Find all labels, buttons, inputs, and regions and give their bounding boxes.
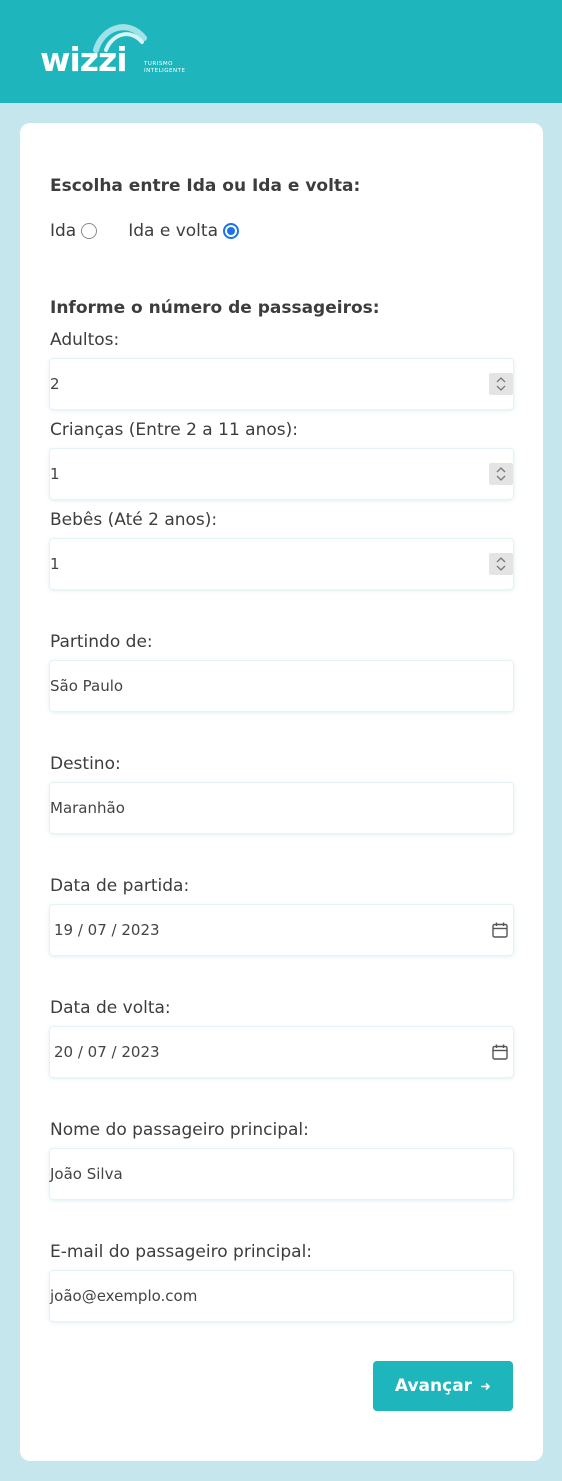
origin-value: São Paulo	[50, 677, 124, 695]
radio-ida-e-volta[interactable]	[223, 223, 239, 239]
adults-input[interactable]: 2	[50, 359, 513, 409]
main-passenger-name-input[interactable]: João Silva	[50, 1149, 513, 1199]
logo-wordmark: wizzi	[40, 40, 128, 79]
trip-type-title: Escolha entre Ida ou Ida e volta:	[50, 176, 361, 196]
up-down-chevron-icon[interactable]	[489, 553, 513, 575]
up-down-chevron-icon[interactable]	[489, 463, 513, 485]
wizzi-logo[interactable]: wizzi TURISMO INTELIGENTE	[40, 20, 200, 82]
origin-input[interactable]: São Paulo	[50, 661, 513, 711]
children-input[interactable]: 1	[50, 449, 513, 499]
calendar-icon[interactable]	[491, 1043, 509, 1061]
return-date-label: Data de volta:	[50, 998, 171, 1018]
submit-button-label: Avançar	[394, 1376, 473, 1396]
return-date-input[interactable]: 20 / 07 / 2023	[50, 1027, 513, 1077]
passengers-title: Informe o número de passageiros:	[50, 298, 380, 318]
babies-label: Bebês (Até 2 anos):	[50, 510, 218, 530]
up-down-chevron-icon[interactable]	[489, 373, 513, 395]
return-date-value: 20 / 07 / 2023	[54, 1043, 160, 1061]
main-passenger-email-label: E-mail do passageiro principal:	[50, 1242, 313, 1262]
destination-value: Maranhão	[50, 799, 125, 817]
adults-label: Adultos:	[50, 330, 120, 350]
logo-tagline: TURISMO INTELIGENTE	[144, 61, 186, 74]
departure-date-label: Data de partida:	[50, 876, 190, 896]
main-passenger-email-input[interactable]: joão@exemplo.com	[50, 1271, 513, 1321]
departure-date-input[interactable]: 19 / 07 / 2023	[50, 905, 513, 955]
arrow-right-icon	[480, 1381, 491, 1392]
departure-date-value: 19 / 07 / 2023	[54, 921, 160, 939]
babies-value: 1	[50, 555, 60, 573]
destination-label: Destino:	[50, 754, 121, 774]
origin-label: Partindo de:	[50, 632, 153, 652]
radio-ida[interactable]	[81, 223, 98, 239]
trip-type-radio-group: Ida Ida e volta	[50, 219, 239, 243]
radio-label-ida-e-volta: Ida e volta	[128, 221, 218, 241]
children-label: Crianças (Entre 2 a 11 anos):	[50, 420, 298, 440]
booking-form-card: Escolha entre Ida ou Ida e volta: Ida Id…	[20, 123, 543, 1461]
main-passenger-name-value: João Silva	[50, 1165, 123, 1183]
submit-button[interactable]: Avançar	[373, 1361, 513, 1411]
radio-label-ida: Ida	[50, 221, 77, 241]
babies-input[interactable]: 1	[50, 539, 513, 589]
header: wizzi TURISMO INTELIGENTE	[0, 0, 562, 103]
calendar-icon[interactable]	[491, 921, 509, 939]
main-passenger-email-value: joão@exemplo.com	[50, 1287, 198, 1305]
adults-value: 2	[50, 375, 60, 393]
children-value: 1	[50, 465, 60, 483]
destination-input[interactable]: Maranhão	[50, 783, 513, 833]
main-passenger-name-label: Nome do passageiro principal:	[50, 1120, 309, 1140]
